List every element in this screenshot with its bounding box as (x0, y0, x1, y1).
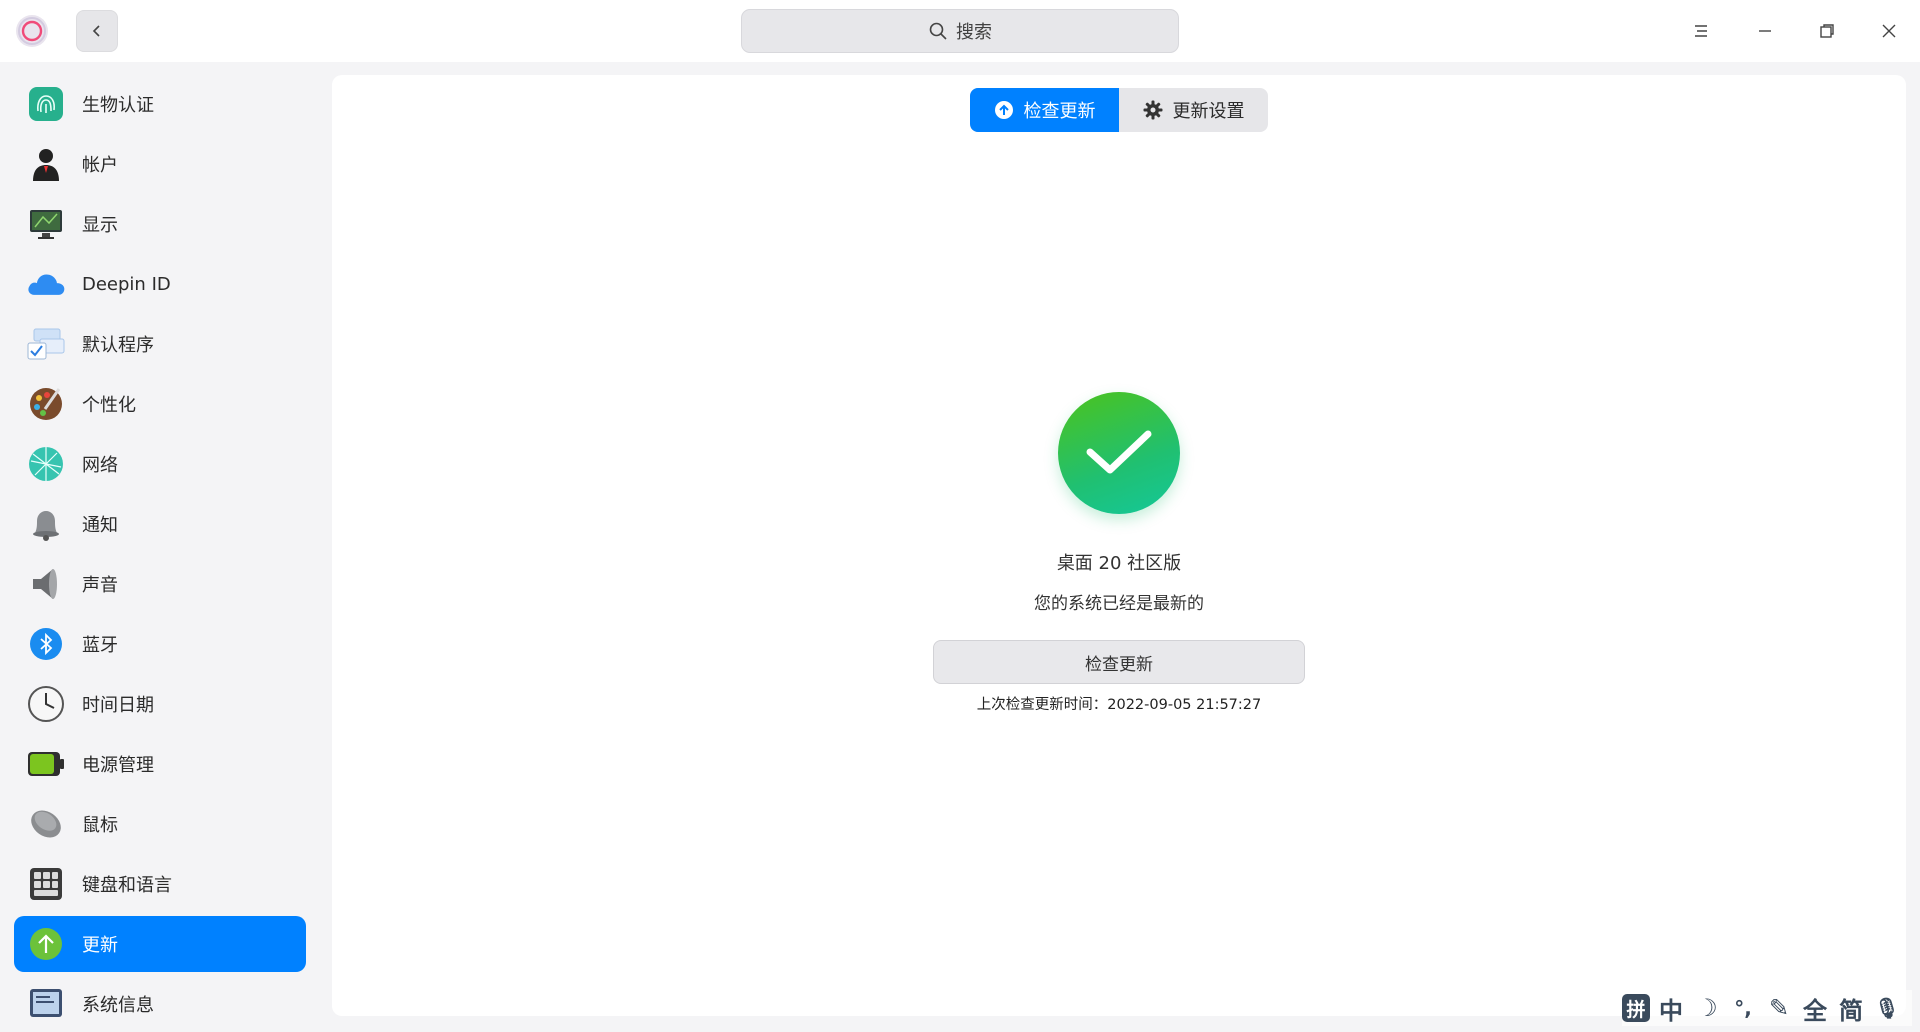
sidebar-item-label: 系统信息 (82, 995, 154, 1016)
back-button[interactable] (76, 10, 118, 52)
keyboard-icon (26, 864, 66, 904)
tab-update-settings[interactable]: 更新设置 (1119, 88, 1268, 132)
ime-chinese-mode-button[interactable]: 中 (1656, 993, 1686, 1025)
maximize-button[interactable] (1810, 14, 1844, 48)
search-input[interactable]: 搜索 (741, 9, 1179, 53)
upload-circle-icon (994, 101, 1013, 119)
sidebar-item-deepin-id[interactable]: Deepin ID (14, 256, 306, 312)
sidebar-item-biometrics[interactable]: 生物认证 (14, 76, 306, 132)
clock-icon (26, 684, 66, 724)
sidebar-item-notifications[interactable]: 通知 (14, 496, 306, 552)
display-icon (26, 204, 66, 244)
sidebar-item-label: 个性化 (82, 395, 136, 416)
sidebar-item-label: 生物认证 (82, 95, 154, 116)
maximize-icon (1820, 24, 1834, 38)
sidebar-item-label: 电源管理 (82, 755, 154, 776)
ime-handwriting-icon[interactable]: ✎ (1764, 993, 1794, 1023)
tab-check-update[interactable]: 检查更新 (970, 88, 1119, 132)
ime-moon-icon[interactable]: ☽ (1692, 993, 1722, 1023)
sidebar-item-label: 默认程序 (82, 335, 154, 356)
sidebar-item-label: 更新 (82, 935, 118, 956)
ime-pinyin-button[interactable]: 拼 (1622, 994, 1650, 1022)
sidebar-item-power[interactable]: 电源管理 (14, 736, 306, 792)
palette-icon (26, 384, 66, 424)
sidebar-item-default-apps[interactable]: 默认程序 (14, 316, 306, 372)
sidebar-item-label: 显示 (82, 215, 118, 236)
minimize-button[interactable] (1748, 14, 1782, 48)
checkmark-icon (1058, 392, 1180, 514)
fingerprint-icon (26, 84, 66, 124)
sidebar-item-datetime[interactable]: 时间日期 (14, 676, 306, 732)
bluetooth-icon (26, 624, 66, 664)
default-apps-icon (26, 324, 66, 364)
tab-label: 更新设置 (1172, 101, 1245, 122)
sidebar-item-keyboard[interactable]: 键盘和语言 (14, 856, 306, 912)
sidebar-item-personalization[interactable]: 个性化 (14, 376, 306, 432)
title-bar: 搜索 (0, 0, 1920, 62)
sidebar-item-label: 时间日期 (82, 695, 154, 716)
update-icon (26, 924, 66, 964)
close-button[interactable] (1872, 14, 1906, 48)
sidebar-item-bluetooth[interactable]: 蓝牙 (14, 616, 306, 672)
ime-fullwidth-button[interactable]: 全 (1800, 993, 1830, 1025)
speaker-icon (26, 564, 66, 604)
system-version: 桌面 20 社区版 (1056, 553, 1182, 574)
network-icon (26, 444, 66, 484)
bell-icon (26, 504, 66, 544)
gear-icon (1143, 100, 1162, 120)
sidebar-item-label: 蓝牙 (82, 635, 118, 656)
sidebar-item-label: Deepin ID (82, 273, 171, 295)
sidebar-item-label: 通知 (82, 515, 118, 536)
check-update-button[interactable]: 检查更新 (933, 640, 1305, 684)
menu-button[interactable] (1684, 14, 1718, 48)
sidebar-item-mouse[interactable]: 鼠标 (14, 796, 306, 852)
search-placeholder: 搜索 (956, 22, 992, 43)
sidebar-item-display[interactable]: 显示 (14, 196, 306, 252)
sidebar-item-label: 网络 (82, 455, 118, 476)
battery-icon (26, 744, 66, 784)
sidebar-item-label: 帐户 (82, 155, 118, 176)
account-icon (26, 144, 66, 184)
system-info-icon (26, 984, 66, 1024)
ime-punctuation-button[interactable]: °, (1728, 993, 1758, 1023)
menu-icon (1695, 25, 1707, 37)
sidebar-item-label: 声音 (82, 575, 118, 596)
ime-simplified-button[interactable]: 简 (1836, 993, 1866, 1025)
sidebar-item-system-info[interactable]: 系统信息 (14, 976, 306, 1032)
sidebar-item-network[interactable]: 网络 (14, 436, 306, 492)
ime-microphone-icon[interactable]: 🎙 (1872, 993, 1902, 1023)
sidebar-item-sound[interactable]: 声音 (14, 556, 306, 612)
search-icon (929, 22, 947, 40)
tab-label: 检查更新 (1023, 101, 1096, 122)
sidebar-item-label: 鼠标 (82, 815, 118, 836)
sidebar: 生物认证 帐户 显示 Deepin ID 默认程序 个性化 网络 通知 声音 蓝… (0, 62, 320, 1030)
last-check-time: 上次检查更新时间：2022-09-05 21:57:27 (976, 697, 1262, 713)
update-panel: 检查更新 更新设置 桌面 20 社区版 您的系统已经是最新的 检查更新 上次检查… (332, 75, 1906, 1016)
cloud-icon (26, 264, 66, 304)
app-logo-icon (14, 13, 50, 49)
back-arrow-icon (92, 25, 100, 37)
sidebar-item-account[interactable]: 帐户 (14, 136, 306, 192)
minimize-icon (1759, 30, 1771, 32)
ime-toolbar: 拼 中 ☽ °, ✎ 全 简 🎙 (1622, 990, 1912, 1026)
close-icon (1882, 24, 1896, 38)
update-status: 您的系统已经是最新的 (1034, 594, 1204, 614)
sidebar-item-label: 键盘和语言 (82, 875, 172, 896)
sidebar-item-update[interactable]: 更新 (14, 916, 306, 972)
tab-bar: 检查更新 更新设置 (970, 88, 1268, 132)
mouse-icon (26, 804, 66, 844)
